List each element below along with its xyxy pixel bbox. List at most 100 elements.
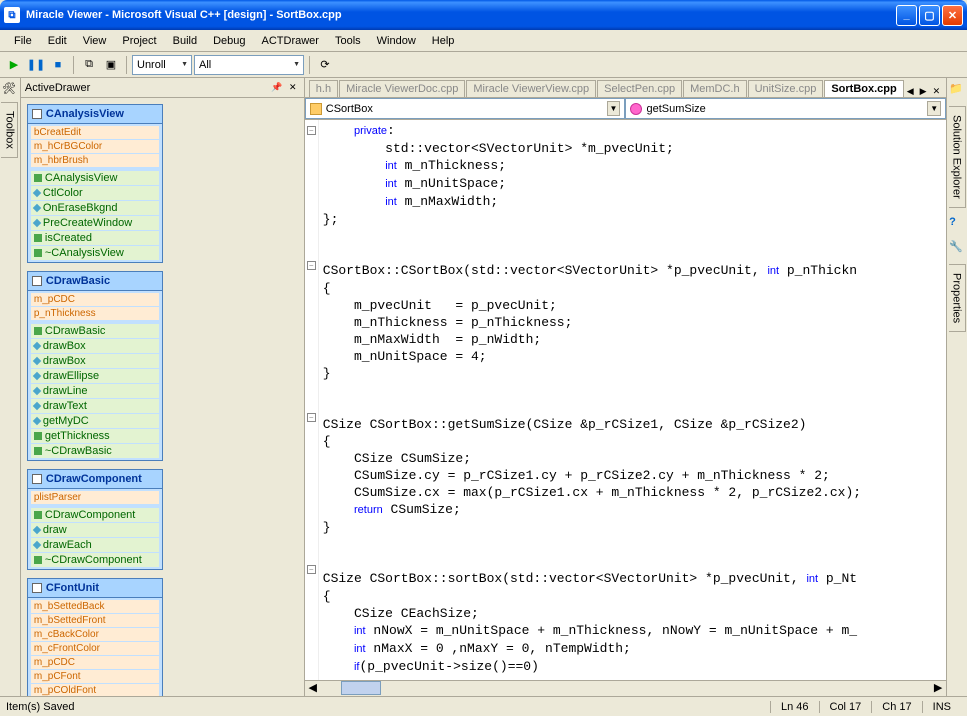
class-member-method[interactable]: CAnalysisView	[31, 171, 159, 185]
class-member-method[interactable]: ~CDrawComponent	[31, 553, 159, 567]
menu-view[interactable]: View	[75, 33, 115, 49]
class-box[interactable]: CDrawBasicm_pCDCp_nThicknessCDrawBasicdr…	[27, 271, 163, 461]
class-member-var[interactable]: bCreatEdit	[31, 126, 159, 139]
class-member-method[interactable]: CDrawBasic	[31, 324, 159, 338]
menu-file[interactable]: File	[6, 33, 40, 49]
diamond-icon	[33, 219, 41, 227]
class-member-var[interactable]: m_pCFont	[31, 670, 159, 683]
fold-toggle[interactable]: −	[307, 126, 316, 135]
class-member-var[interactable]: m_pCDC	[31, 656, 159, 669]
help-icon[interactable]: ?	[949, 216, 965, 232]
class-member-method[interactable]: getThickness	[31, 429, 159, 443]
window-tile-button[interactable]: ⧉	[79, 55, 99, 75]
class-header[interactable]: CAnalysisView	[28, 105, 162, 124]
class-box[interactable]: CAnalysisView bCreatEditm_hCrBGColorm_hbr…	[27, 104, 163, 263]
menu-edit[interactable]: Edit	[40, 33, 75, 49]
document-tab[interactable]: UnitSize.cpp	[748, 80, 824, 97]
pause-button[interactable]: ❚❚	[26, 55, 46, 75]
document-tab[interactable]: SelectPen.cpp	[597, 80, 682, 97]
code-editor[interactable]: private: std::vector<SVectorUnit> *m_pve…	[319, 120, 946, 680]
class-member-method[interactable]: OnEraseBkgnd	[31, 201, 159, 215]
menu-build[interactable]: Build	[165, 33, 205, 49]
minimize-button[interactable]: _	[896, 5, 917, 26]
menu-help[interactable]: Help	[424, 33, 463, 49]
class-member-var[interactable]: m_bSettedBack	[31, 600, 159, 613]
class-member-method[interactable]: drawEllipse	[31, 369, 159, 383]
properties-tab[interactable]: Properties	[949, 264, 966, 332]
document-tab[interactable]: MemDC.h	[683, 80, 747, 97]
class-member-method[interactable]: draw	[31, 523, 159, 537]
class-member-method[interactable]: ~CDrawBasic	[31, 444, 159, 458]
menu-actdrawer[interactable]: ACTDrawer	[254, 33, 327, 49]
window-stack-button[interactable]: ▣	[101, 55, 121, 75]
menu-window[interactable]: Window	[369, 33, 424, 49]
document-tab[interactable]: h.h	[309, 80, 338, 97]
document-tab[interactable]: Miracle ViewerView.cpp	[466, 80, 596, 97]
diamond-icon	[33, 526, 41, 534]
close-button[interactable]: ✕	[942, 5, 963, 26]
diamond-icon	[33, 372, 41, 380]
class-box[interactable]: CDrawComponentplistParserCDrawComponentd…	[27, 469, 163, 570]
class-member-var[interactable]: m_pCDC	[31, 293, 159, 306]
class-header[interactable]: CFontUnit	[28, 579, 162, 598]
toolbox-icon[interactable]: 🛠	[2, 82, 18, 98]
class-header[interactable]: CDrawBasic	[28, 272, 162, 291]
panel-title: ActiveDrawer	[25, 82, 268, 94]
class-member-method[interactable]: getMyDC	[31, 414, 159, 428]
properties-icon[interactable]: 🔧	[949, 240, 965, 256]
class-member-method[interactable]: drawBox	[31, 339, 159, 353]
panel-pin-button[interactable]: 📌	[270, 81, 284, 95]
class-member-var[interactable]: plistParser	[31, 491, 159, 504]
horizontal-scrollbar[interactable]: ◀ ▶	[305, 680, 946, 696]
class-member-var[interactable]: m_hbrBrush	[31, 154, 159, 167]
tab-prev-button[interactable]: ◀	[905, 86, 916, 97]
solution-explorer-tab[interactable]: Solution Explorer	[949, 106, 966, 208]
class-member-method[interactable]: drawLine	[31, 384, 159, 398]
class-box[interactable]: CFontUnit m_bSettedBackm_bSettedFrontm_cB…	[27, 578, 163, 696]
class-member-method[interactable]: drawEach	[31, 538, 159, 552]
toolbox-tab[interactable]: Toolbox	[1, 102, 18, 158]
panel-close-button[interactable]: ✕	[286, 81, 300, 95]
solution-explorer-icon[interactable]: 📁	[949, 82, 965, 98]
menu-project[interactable]: Project	[114, 33, 164, 49]
member-scope-combo[interactable]: getSumSize	[625, 98, 946, 119]
class-member-method[interactable]: drawText	[31, 399, 159, 413]
fold-gutter[interactable]: − − − −	[305, 120, 319, 680]
fold-toggle[interactable]: −	[307, 413, 316, 422]
stop-button[interactable]: ■	[48, 55, 68, 75]
document-tab[interactable]: SortBox.cpp	[824, 80, 903, 97]
class-member-method[interactable]: ~CAnalysisView	[31, 246, 159, 260]
editor-area: h.hMiracle ViewerDoc.cppMiracle ViewerVi…	[305, 78, 946, 696]
class-member-method[interactable]: isCreated	[31, 231, 159, 245]
class-member-var[interactable]: p_nThickness	[31, 307, 159, 320]
handle-icon	[32, 109, 42, 119]
pub-icon	[34, 249, 42, 257]
class-member-var[interactable]: m_bSettedFront	[31, 614, 159, 627]
class-member-method[interactable]: CDrawComponent	[31, 508, 159, 522]
scrollbar-thumb[interactable]	[341, 681, 381, 695]
fold-toggle[interactable]: −	[307, 261, 316, 270]
class-scope-combo[interactable]: CSortBox	[305, 98, 626, 119]
play-button[interactable]: ▶	[4, 55, 24, 75]
unroll-combo[interactable]: Unroll	[132, 55, 192, 75]
menu-tools[interactable]: Tools	[327, 33, 369, 49]
class-member-method[interactable]: PreCreateWindow	[31, 216, 159, 230]
maximize-button[interactable]: ▢	[919, 5, 940, 26]
filter-combo[interactable]: All	[194, 55, 304, 75]
menu-debug[interactable]: Debug	[205, 33, 253, 49]
document-tab[interactable]: Miracle ViewerDoc.cpp	[339, 80, 465, 97]
class-member-var[interactable]: m_pCOldFont	[31, 684, 159, 696]
tab-next-button[interactable]: ▶	[918, 86, 929, 97]
refresh-button[interactable]: ⟳	[315, 55, 335, 75]
drawer-body[interactable]: CAnalysisView bCreatEditm_hCrBGColorm_hbr…	[21, 98, 304, 696]
fold-toggle[interactable]: −	[307, 565, 316, 574]
diamond-icon	[33, 541, 41, 549]
class-member-var[interactable]: m_cFrontColor	[31, 642, 159, 655]
tab-close-button[interactable]: ✕	[931, 86, 943, 97]
class-member-var[interactable]: m_hCrBGColor	[31, 140, 159, 153]
class-member-method[interactable]: drawBox	[31, 354, 159, 368]
class-member-var[interactable]: m_cBackColor	[31, 628, 159, 641]
class-member-method[interactable]: CtlColor	[31, 186, 159, 200]
diamond-icon	[33, 204, 41, 212]
class-header[interactable]: CDrawComponent	[28, 470, 162, 489]
